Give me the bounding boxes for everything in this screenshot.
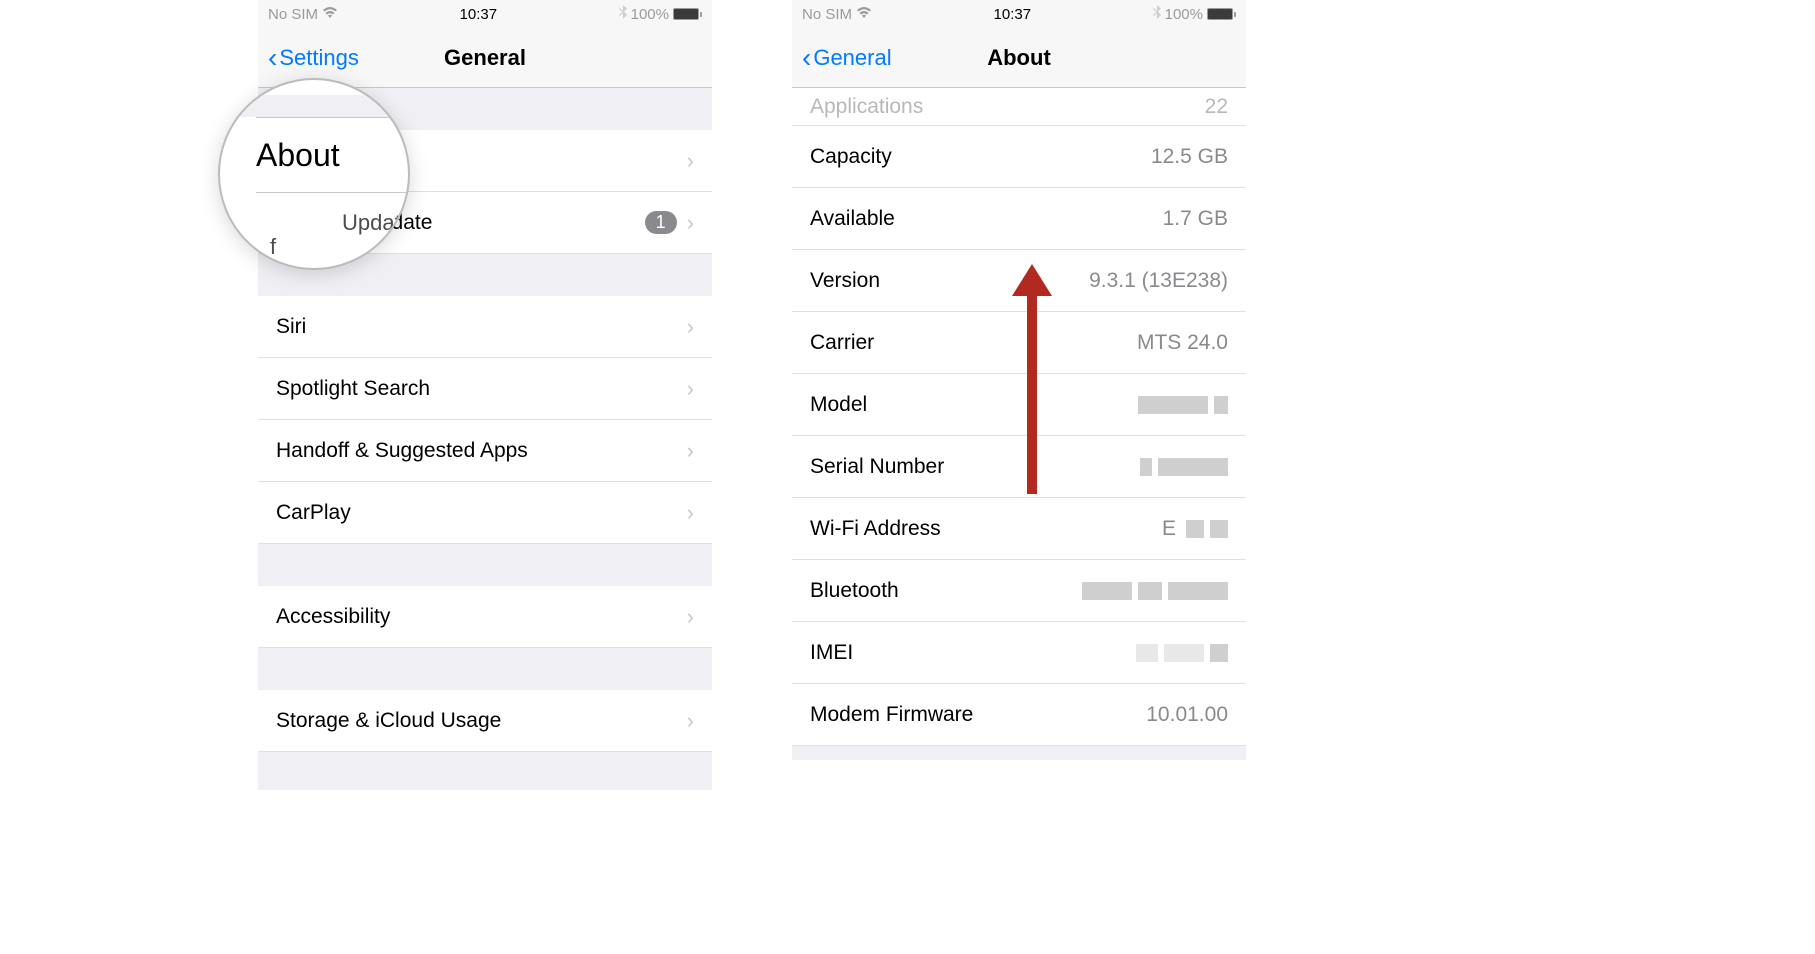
row-label: Spotlight Search: [276, 377, 430, 401]
row-bluetooth[interactable]: Bluetooth: [792, 560, 1246, 622]
redacted-value: [1136, 644, 1228, 662]
row-storage-icloud[interactable]: Storage & iCloud Usage ›: [258, 690, 712, 752]
nav-bar: ‹ General About: [792, 28, 1246, 88]
row-label: Available: [810, 207, 895, 231]
redacted-value: [1082, 582, 1228, 600]
chevron-right-icon: ›: [687, 500, 694, 526]
row-wifi-address[interactable]: Wi-Fi Address E: [792, 498, 1246, 560]
row-applications[interactable]: Applications 22: [792, 88, 1246, 126]
status-time: 10:37: [994, 6, 1032, 23]
row-spotlight-search[interactable]: Spotlight Search ›: [258, 358, 712, 420]
battery-icon: [673, 8, 702, 20]
magnifier-about-label: About: [256, 137, 340, 174]
back-label: Settings: [279, 45, 359, 71]
row-label: CarPlay: [276, 501, 351, 525]
row-label: Siri: [276, 315, 306, 339]
row-label: Serial Number: [810, 455, 944, 479]
section-gap: [792, 746, 1246, 760]
chevron-back-icon: ‹: [268, 44, 277, 72]
status-left: No SIM: [268, 6, 338, 23]
status-bar: No SIM 10:37 100%: [792, 0, 1246, 28]
row-label: Storage & iCloud Usage: [276, 709, 501, 733]
section-gap: [258, 648, 712, 690]
chevron-right-icon: ›: [687, 376, 694, 402]
row-label: Carrier: [810, 331, 874, 355]
update-badge: 1: [645, 211, 677, 234]
bluetooth-icon: [1153, 5, 1161, 23]
row-value: MTS 24.0: [1137, 331, 1228, 355]
redacted-value: [1138, 396, 1228, 414]
status-right: 100%: [619, 5, 702, 23]
wifi-prefix: E: [1162, 517, 1176, 541]
scroll-up-arrow-annotation: [1012, 264, 1052, 494]
row-label: Capacity: [810, 145, 892, 169]
row-available[interactable]: Available 1.7 GB: [792, 188, 1246, 250]
carrier-label: No SIM: [268, 6, 318, 23]
row-label: Applications: [810, 95, 923, 119]
magnifier-partial-char: f: [270, 234, 276, 260]
chevron-right-icon: ›: [687, 148, 694, 174]
row-capacity[interactable]: Capacity 12.5 GB: [792, 126, 1246, 188]
status-bar: No SIM 10:37 100%: [258, 0, 712, 28]
carrier-label: No SIM: [802, 6, 852, 23]
chevron-right-icon: ›: [687, 604, 694, 630]
row-label: Model: [810, 393, 867, 417]
row-handoff[interactable]: Handoff & Suggested Apps ›: [258, 420, 712, 482]
nav-title: About: [987, 45, 1051, 71]
row-carplay[interactable]: CarPlay ›: [258, 482, 712, 544]
row-value: 22: [1205, 95, 1228, 119]
chevron-back-icon: ‹: [802, 44, 811, 72]
row-label: Bluetooth: [810, 579, 899, 603]
redacted-value: [1140, 458, 1228, 476]
row-value: 1.7 GB: [1163, 207, 1228, 231]
status-right: 100%: [1153, 5, 1236, 23]
row-label: Accessibility: [276, 605, 390, 629]
row-modem-firmware[interactable]: Modem Firmware 10.01.00: [792, 684, 1246, 746]
row-value: 9.3.1 (13E238): [1089, 269, 1228, 293]
status-time: 10:37: [460, 6, 498, 23]
back-button[interactable]: ‹ Settings: [268, 44, 359, 72]
status-left: No SIM: [802, 6, 872, 23]
nav-title: General: [444, 45, 526, 71]
row-label: IMEI: [810, 641, 853, 665]
row-value: 12.5 GB: [1151, 145, 1228, 169]
battery-percent: 100%: [631, 6, 669, 23]
chevron-right-icon: ›: [687, 314, 694, 340]
row-value: 10.01.00: [1146, 703, 1228, 727]
wifi-icon: [322, 6, 338, 23]
wifi-icon: [856, 6, 872, 23]
chevron-right-icon: ›: [687, 708, 694, 734]
back-label: General: [813, 45, 891, 71]
row-label: Wi-Fi Address: [810, 517, 941, 541]
row-label: Version: [810, 269, 880, 293]
row-accessibility[interactable]: Accessibility ›: [258, 586, 712, 648]
back-button[interactable]: ‹ General: [802, 44, 892, 72]
chevron-right-icon: ›: [687, 210, 694, 236]
row-imei[interactable]: IMEI: [792, 622, 1246, 684]
battery-percent: 100%: [1165, 6, 1203, 23]
magnifier-callout: About Update f: [218, 78, 410, 270]
chevron-right-icon: ›: [687, 438, 694, 464]
redacted-value: E: [1162, 517, 1228, 541]
section-gap: [258, 544, 712, 586]
bluetooth-icon: [619, 5, 627, 23]
row-siri[interactable]: Siri ›: [258, 296, 712, 358]
arrow-stem: [1027, 284, 1037, 494]
row-label: Modem Firmware: [810, 703, 973, 727]
row-label: Handoff & Suggested Apps: [276, 439, 528, 463]
battery-icon: [1207, 8, 1236, 20]
